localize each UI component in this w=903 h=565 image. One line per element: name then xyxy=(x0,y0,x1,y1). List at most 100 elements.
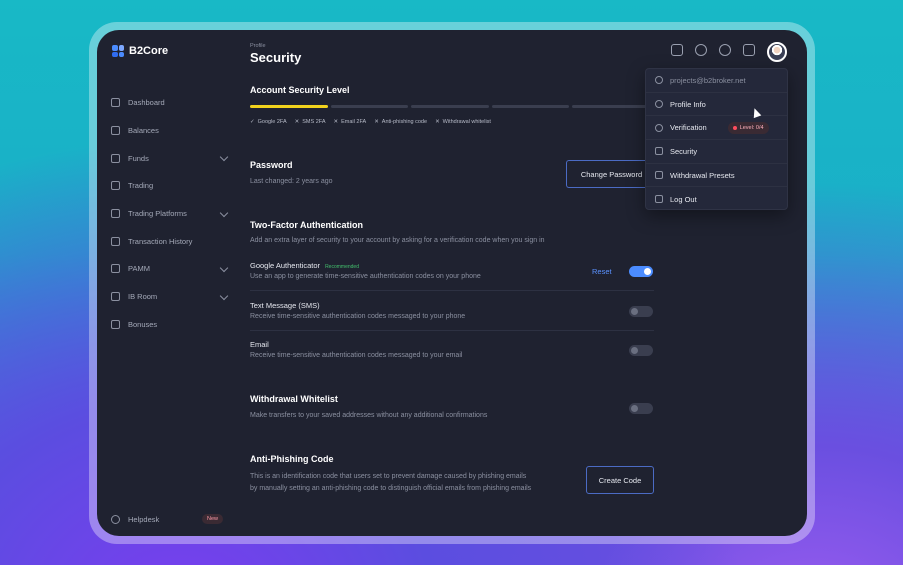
new-badge: New xyxy=(201,514,223,524)
chevron-down-icon xyxy=(219,153,229,162)
breadcrumb[interactable]: Profile xyxy=(250,43,266,49)
menu-item-log-out[interactable]: Log Out xyxy=(646,187,787,211)
history-icon xyxy=(111,236,120,246)
user-icon xyxy=(655,76,663,85)
menu-item-label: Log Out xyxy=(670,194,697,204)
sun-icon[interactable] xyxy=(695,44,707,56)
check-label: Anti-phishing code xyxy=(381,119,428,125)
divider xyxy=(250,330,654,331)
sidebar-item-trading-platforms[interactable]: Trading Platforms xyxy=(111,200,229,228)
google-authenticator-label: Google Authenticator Recommended xyxy=(250,261,359,270)
sidebar-item-label: Trading Platforms xyxy=(128,209,187,219)
bell-icon[interactable] xyxy=(743,44,755,56)
chevron-down-icon xyxy=(219,263,229,273)
sms-toggle[interactable] xyxy=(629,306,653,317)
sidebar-item-label: Bonuses xyxy=(128,319,158,329)
menu-item-label: Security xyxy=(670,146,698,156)
sidebar-item-transaction-history[interactable]: Transaction History xyxy=(111,227,227,255)
menu-item-withdrawal-presets[interactable]: Withdrawal Presets xyxy=(646,164,787,188)
toggle-knob xyxy=(631,347,638,354)
logo-icon xyxy=(112,45,124,57)
deposit-icon[interactable] xyxy=(671,44,683,56)
avatar[interactable] xyxy=(767,42,787,62)
menu-item-label: Verification xyxy=(670,123,707,133)
brand-name: B2Core xyxy=(129,45,169,57)
wallet-icon xyxy=(111,126,120,136)
sidebar-item-trading[interactable]: Trading xyxy=(111,172,227,200)
cross-icon: ✕ xyxy=(294,119,300,125)
check-anti-phishing: ✕ Anti-phishing code xyxy=(374,119,427,125)
menu-item-label: Withdrawal Presets xyxy=(670,170,735,180)
menu-item-security[interactable]: Security xyxy=(646,140,787,164)
security-level-progress xyxy=(250,105,650,109)
sidebar-item-label: Balances xyxy=(128,126,159,136)
sms-label: Text Message (SMS) xyxy=(250,301,320,310)
create-code-button[interactable]: Create Code xyxy=(586,466,654,494)
verification-level-badge: Level: 0/4 xyxy=(727,121,769,134)
toggle-knob xyxy=(631,405,638,412)
password-last-changed: Last changed: 2 years ago xyxy=(250,178,333,185)
sidebar-item-ib-room[interactable]: IB Room xyxy=(111,283,229,311)
cross-icon: ✕ xyxy=(435,119,440,125)
chevron-down-icon xyxy=(219,208,229,217)
sidebar-item-funds[interactable]: Funds xyxy=(111,144,229,172)
change-password-button[interactable]: Change Password xyxy=(566,160,656,188)
toggle-knob xyxy=(644,268,651,275)
recommended-badge: Recommended xyxy=(325,264,359,270)
device-frame: B2Core Dashboard Balances Funds Trading … xyxy=(89,22,815,544)
email-label: Email xyxy=(250,340,269,349)
security-checklist: ✓ Google 2FA ✕ SMS 2FA ✕ Email 2FA ✕ Anti-ph… xyxy=(250,119,491,125)
cross-icon: ✕ xyxy=(333,119,339,125)
two-factor-title: Two-Factor Authentication xyxy=(250,220,363,230)
check-sms-2fa: ✕ SMS 2FA xyxy=(295,119,326,125)
sidebar-item-bonuses[interactable]: Bonuses xyxy=(111,311,227,339)
check-email-2fa: ✕ Email 2FA xyxy=(334,119,367,125)
dashboard-icon xyxy=(111,98,120,108)
sidebar: B2Core Dashboard Balances Funds Trading … xyxy=(97,30,237,536)
sidebar-item-dashboard[interactable]: Dashboard xyxy=(111,89,227,117)
progress-segment xyxy=(411,105,489,108)
chevron-down-icon xyxy=(219,291,229,301)
app-window: B2Core Dashboard Balances Funds Trading … xyxy=(97,30,807,536)
progress-segment xyxy=(572,105,650,108)
divider xyxy=(250,290,654,291)
reset-link[interactable]: Reset xyxy=(592,267,612,276)
google-authenticator-toggle[interactable] xyxy=(629,266,653,277)
toggle-knob xyxy=(631,308,638,315)
google-authenticator-name: Google Authenticator xyxy=(250,261,321,270)
copy-icon xyxy=(111,264,120,274)
status-dot-icon xyxy=(732,125,737,130)
brand-logo[interactable]: B2Core xyxy=(112,45,168,57)
layers-icon xyxy=(111,209,120,219)
sidebar-item-label: Transaction History xyxy=(128,236,193,246)
check-label: SMS 2FA xyxy=(302,119,326,125)
checklist-icon xyxy=(655,171,663,180)
whitelist-description: Make transfers to your saved addresses w… xyxy=(250,412,488,419)
menu-item-profile-info[interactable]: Profile Info xyxy=(646,93,787,117)
sidebar-item-helpdesk[interactable]: Helpdesk New xyxy=(111,514,223,524)
progress-segment xyxy=(250,105,328,108)
two-factor-description: Add an extra layer of security to your a… xyxy=(250,237,545,244)
menu-item-verification[interactable]: Verification Level: 0/4 xyxy=(646,116,787,141)
sidebar-item-pamm[interactable]: PAMM xyxy=(111,255,229,283)
check-icon: ✓ xyxy=(250,119,255,125)
check-google-2fa: ✓ Google 2FA xyxy=(250,119,287,125)
anti-phishing-description: This is an identification code that user… xyxy=(250,473,532,492)
chart-line-icon xyxy=(111,181,120,191)
sidebar-item-label: Funds xyxy=(128,153,149,163)
email-toggle[interactable] xyxy=(629,345,653,356)
cross-icon: ✕ xyxy=(374,119,379,125)
users-icon xyxy=(111,292,120,302)
progress-segment xyxy=(491,105,570,108)
sidebar-item-label: Dashboard xyxy=(128,98,165,108)
sidebar-item-balances[interactable]: Balances xyxy=(111,117,227,145)
email-text: projects@b2broker.net xyxy=(670,75,746,85)
profile-menu: projects@b2broker.net Profile Info Verif… xyxy=(645,68,788,210)
logout-icon xyxy=(655,195,663,204)
whitelist-toggle[interactable] xyxy=(629,403,653,414)
top-toolbar xyxy=(671,44,755,56)
helpdesk-label: Helpdesk xyxy=(128,514,160,524)
badge-text: Level: 0/4 xyxy=(739,124,764,131)
password-title: Password xyxy=(250,160,293,170)
globe-icon[interactable] xyxy=(719,44,731,56)
